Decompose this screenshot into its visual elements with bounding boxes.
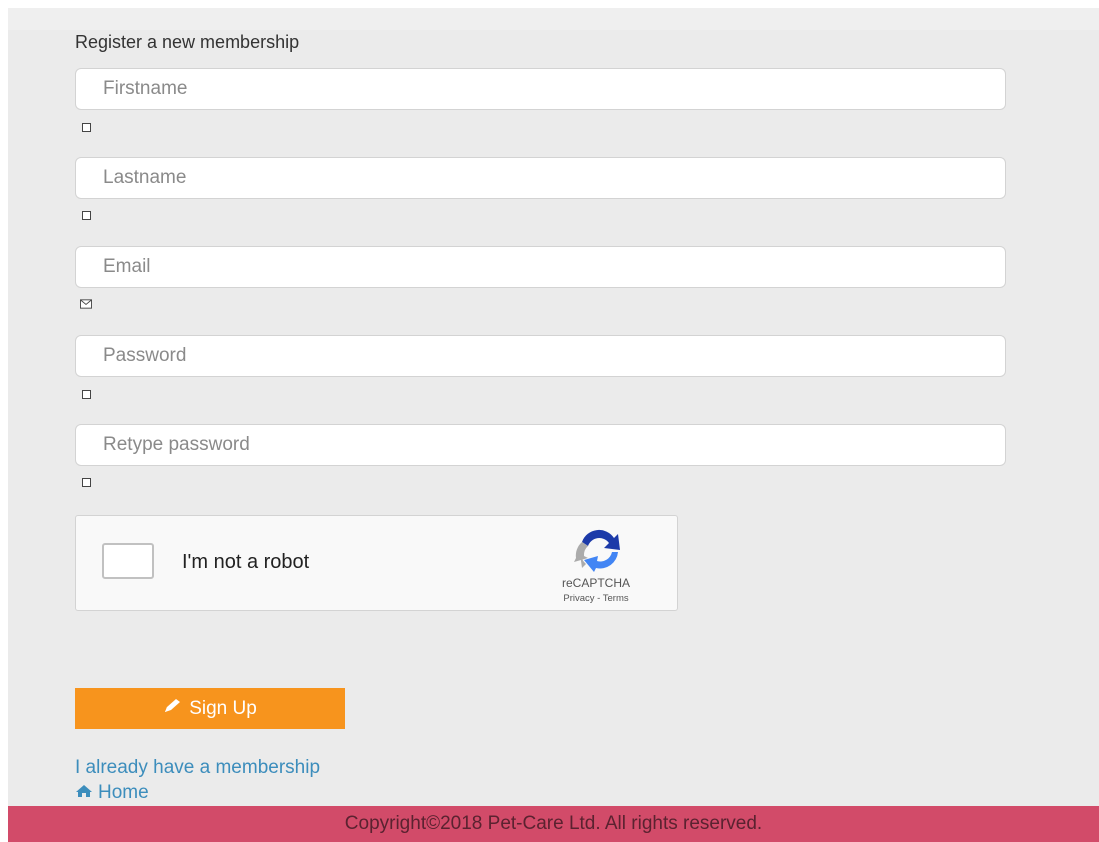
firstname-field-wrapper (75, 68, 1006, 110)
recaptcha-widget: I'm not a robot reCAPTCHA Privacy - Term… (75, 515, 678, 611)
user-icon (80, 209, 92, 221)
email-field-wrapper (75, 246, 1006, 288)
home-link[interactable]: Home (75, 782, 149, 804)
envelope-icon (80, 298, 92, 310)
panel-top-strip (8, 8, 1099, 30)
sign-up-button[interactable]: Sign Up (75, 688, 345, 729)
password-field-wrapper (75, 335, 1006, 377)
pencil-icon (163, 698, 183, 720)
sign-up-label: Sign Up (189, 697, 257, 719)
recaptcha-checkbox[interactable] (102, 543, 154, 579)
lastname-field-wrapper (75, 157, 1006, 199)
lock-icon (80, 388, 92, 400)
home-icon (75, 782, 93, 804)
home-link-label: Home (98, 782, 149, 803)
page-title: Register a new membership (75, 32, 300, 52)
lock-icon (80, 476, 92, 488)
firstname-input[interactable] (76, 69, 1005, 109)
user-icon (80, 121, 92, 133)
recaptcha-logo-icon (568, 528, 632, 572)
email-input[interactable] (76, 247, 1005, 287)
retype-password-input[interactable] (76, 425, 1005, 465)
password-input[interactable] (76, 336, 1005, 376)
recaptcha-label: I'm not a robot (182, 551, 310, 573)
recaptcha-privacy-terms[interactable]: Privacy - Terms (516, 593, 676, 604)
lastname-input[interactable] (76, 158, 1005, 198)
retype-password-field-wrapper (75, 424, 1006, 466)
recaptcha-brand: reCAPTCHA (561, 576, 630, 590)
already-member-link[interactable]: I already have a membership (75, 757, 320, 779)
footer-copyright: Copyright©2018 Pet-Care Ltd. All rights … (344, 813, 763, 834)
footer: Copyright©2018 Pet-Care Ltd. All rights … (8, 806, 1099, 842)
